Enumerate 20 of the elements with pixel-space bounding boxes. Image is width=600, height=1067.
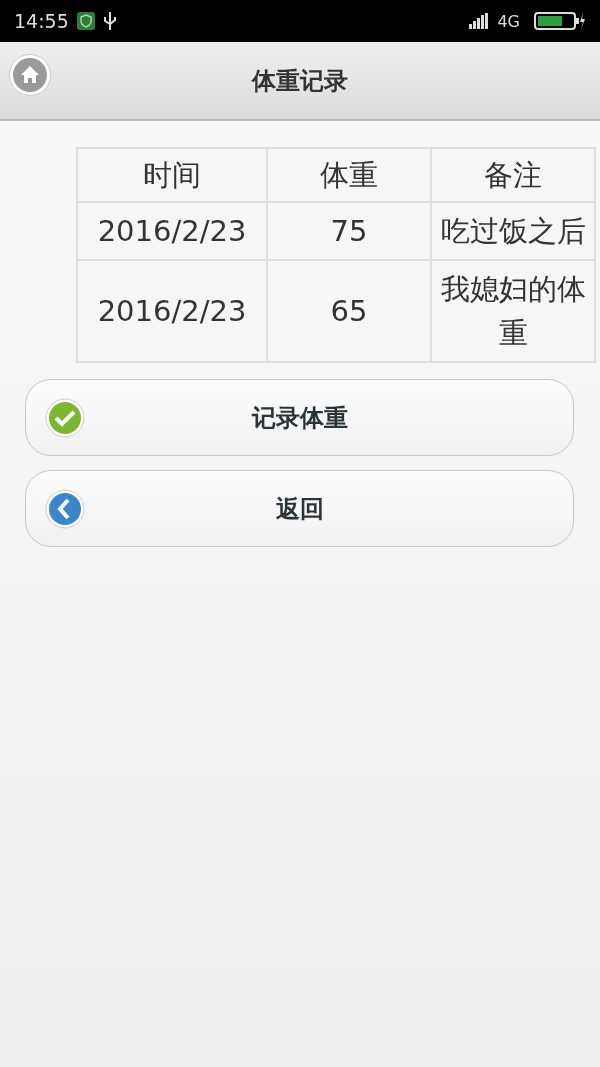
page-title: 体重记录 bbox=[252, 65, 348, 97]
column-header: 备注 bbox=[431, 148, 595, 202]
checkmark-icon bbox=[45, 398, 85, 438]
home-button[interactable] bbox=[9, 54, 51, 96]
battery-icon bbox=[534, 12, 586, 30]
table-cell: 2016/2/23 bbox=[77, 260, 267, 362]
network-type: 4G bbox=[497, 11, 520, 31]
shield-icon bbox=[76, 12, 95, 30]
table-cell: 吃过饭之后 bbox=[431, 202, 595, 260]
signal-icon bbox=[469, 13, 490, 29]
table-cell: 我媳妇的体重 bbox=[431, 260, 595, 362]
column-header: 时间 bbox=[77, 148, 267, 202]
table-cell: 2016/2/23 bbox=[77, 202, 267, 260]
usb-icon bbox=[102, 11, 117, 31]
record-button[interactable]: 记录体重 bbox=[25, 379, 574, 456]
back-button[interactable]: 返回 bbox=[25, 470, 574, 547]
clock: 14:55 bbox=[14, 10, 69, 32]
column-header: 体重 bbox=[267, 148, 431, 202]
table-cell: 75 bbox=[267, 202, 431, 260]
table-cell: 65 bbox=[267, 260, 431, 362]
